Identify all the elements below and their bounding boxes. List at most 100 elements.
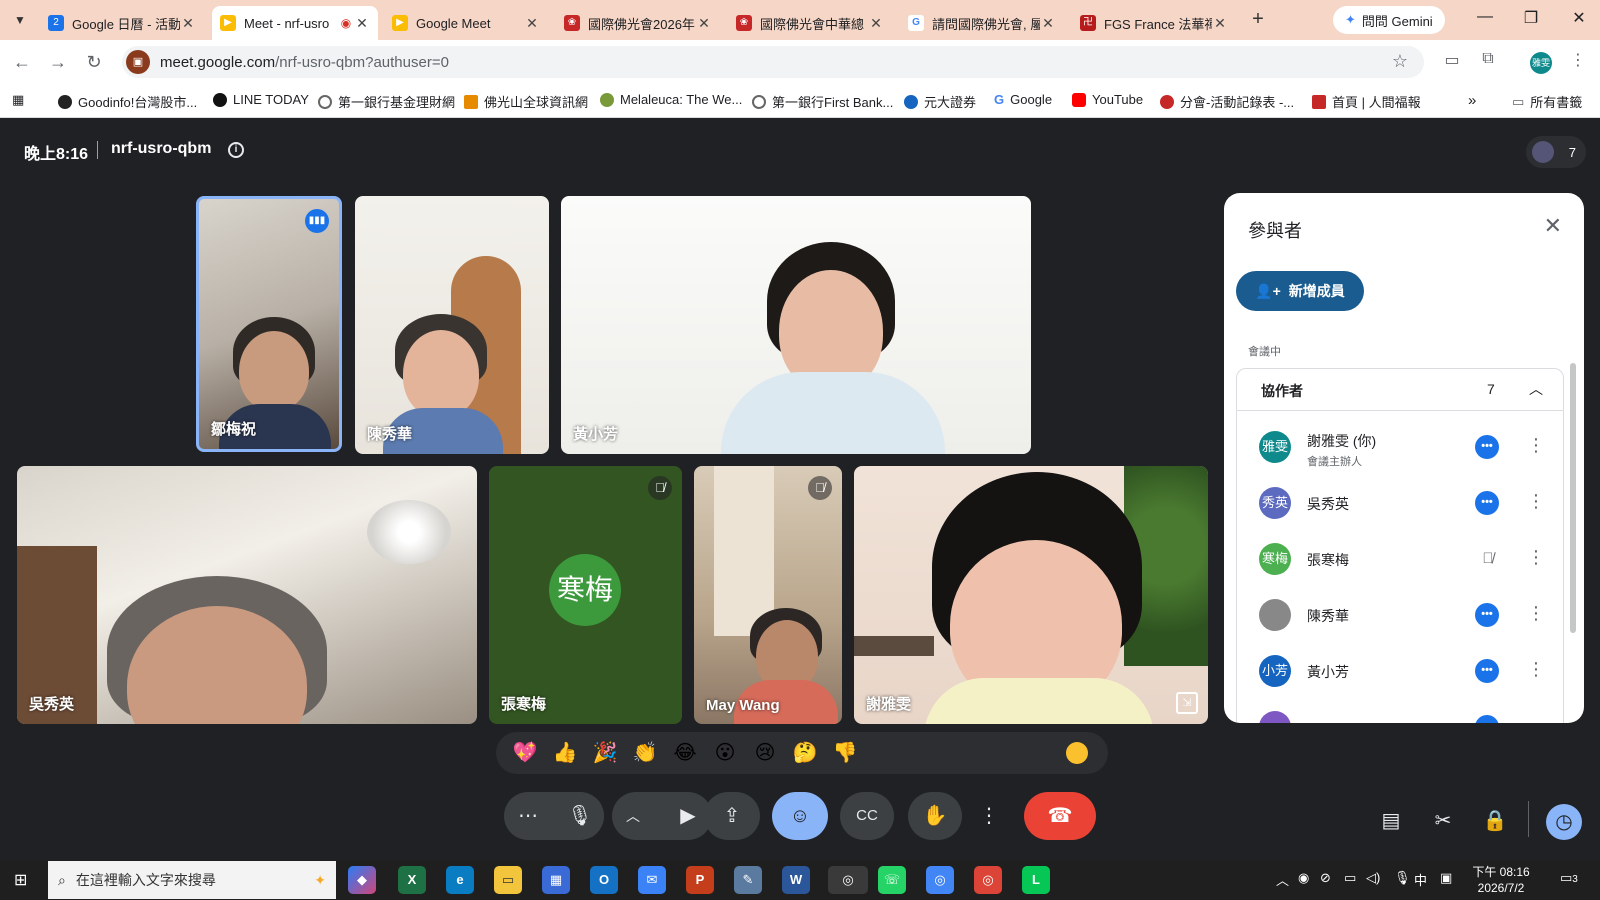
ime-indicator[interactable]: 中: [1414, 870, 1427, 889]
tab-blia-china[interactable]: ❀ 國際佛光會中華總 ✕: [728, 6, 892, 40]
restore-icon[interactable]: ❐: [1516, 8, 1546, 28]
video-tile[interactable]: ⇲ 謝雅雯: [854, 466, 1208, 724]
participant-row[interactable]: 陳秀華 ••• ⋮: [1237, 587, 1563, 643]
forward-arrow-icon[interactable]: →: [46, 52, 70, 73]
skin-tone-picker[interactable]: [1066, 742, 1088, 764]
meeting-info-icon[interactable]: i: [228, 142, 244, 158]
bookmark-yuanta[interactable]: 元大證券: [904, 92, 976, 111]
participant-row[interactable]: 秀英 吳秀英 ••• ⋮: [1237, 475, 1563, 531]
host-controls-icon[interactable]: 🔒: [1480, 806, 1510, 836]
messenger-icon[interactable]: ✉: [638, 866, 666, 894]
reaction-sparkling-heart[interactable]: 💖: [512, 740, 538, 766]
leave-call-button[interactable]: ☎: [1024, 792, 1096, 840]
paint-icon[interactable]: ✎: [734, 866, 762, 894]
whatsapp-icon[interactable]: ☏: [878, 866, 906, 894]
taskbar-search[interactable]: ⌕ 在這裡輸入文字來搜尋 ✦: [48, 861, 336, 899]
more-actions-icon[interactable]: •••: [1475, 491, 1499, 515]
more-actions-icon[interactable]: •••: [1475, 603, 1499, 627]
vertical-dots-icon[interactable]: ⋮: [1527, 491, 1545, 512]
tab-google-meet[interactable]: ▶ Google Meet ✕: [384, 6, 548, 40]
add-people-button[interactable]: 👤+ 新增成員: [1236, 271, 1364, 311]
edge-icon[interactable]: e: [446, 866, 474, 894]
windows-start-icon[interactable]: ⊞: [14, 870, 34, 890]
more-actions-icon[interactable]: •••: [1475, 659, 1499, 683]
tab-fgs-france[interactable]: 卍 FGS France 法華禪 ✕: [1072, 6, 1236, 40]
bookmark-firstbank[interactable]: 第一銀行First Bank...: [752, 92, 893, 111]
vertical-dots-icon[interactable]: ⋮: [1527, 435, 1545, 456]
captions-button[interactable]: CC: [840, 792, 894, 840]
reaction-laughing[interactable]: 😂: [672, 740, 698, 766]
video-tile[interactable]: 🎙̸ May Wang: [694, 466, 842, 724]
bookmark-fgs[interactable]: 佛光山全球資訊網: [464, 92, 588, 111]
notification-icon[interactable]: ▭3: [1560, 870, 1578, 886]
participant-row[interactable]: •••: [1237, 699, 1563, 723]
contributors-header[interactable]: 協作者 7 ︿: [1237, 369, 1563, 411]
reaction-thumbs-up[interactable]: 👍: [552, 740, 578, 766]
raise-hand-button[interactable]: ✋: [908, 792, 962, 840]
more-actions-icon[interactable]: •••: [1475, 715, 1499, 723]
close-icon[interactable]: ✕: [524, 15, 540, 32]
volume-icon[interactable]: ◁): [1366, 870, 1380, 886]
close-panel-icon[interactable]: ✕: [1544, 213, 1562, 239]
participant-row[interactable]: 寒梅 張寒梅 🎙̸ ⋮: [1237, 531, 1563, 587]
video-tile[interactable]: ▮▮▮ 鄒梅祝: [196, 196, 342, 452]
reload-icon[interactable]: ↻: [82, 52, 106, 73]
bookmark-branch-log[interactable]: 分會-活動記錄表 -...: [1160, 92, 1294, 111]
new-tab-plus-icon[interactable]: +: [1246, 8, 1270, 31]
close-icon[interactable]: ✕: [1212, 15, 1228, 32]
video-tile[interactable]: 吳秀英: [17, 466, 477, 724]
profile-avatar[interactable]: 雅雯: [1530, 52, 1552, 74]
participant-row[interactable]: 小芳 黃小芳 ••• ⋮: [1237, 643, 1563, 699]
video-settings-chevron-icon[interactable]: ︿: [626, 792, 640, 840]
bookmark-melaleuca[interactable]: Melaleuca: The We...: [600, 92, 742, 107]
reactions-button[interactable]: ☺: [772, 792, 828, 840]
reaction-thinking[interactable]: 🤔: [792, 740, 818, 766]
line-icon[interactable]: L: [1022, 866, 1050, 894]
bookmark-line-today[interactable]: LINE TODAY: [213, 92, 309, 107]
more-bookmarks-chevron-icon[interactable]: »: [1468, 92, 1476, 109]
pin-tile-icon[interactable]: ⇲: [1176, 692, 1198, 714]
chrome-icon[interactable]: ◎: [828, 866, 868, 894]
close-icon[interactable]: ✕: [354, 15, 370, 32]
reaction-surprised[interactable]: 😮: [712, 740, 738, 766]
participants-chip[interactable]: 7: [1526, 136, 1586, 168]
close-icon[interactable]: ✕: [1040, 15, 1056, 32]
vertical-dots-icon[interactable]: ⋮: [1527, 603, 1545, 624]
chevron-up-icon[interactable]: ︿: [1529, 379, 1543, 399]
audio-settings-dots-icon[interactable]: ⋯: [518, 792, 538, 840]
display-icon[interactable]: ▭: [1344, 870, 1356, 886]
meeting-info-clock-icon[interactable]: ◷: [1546, 804, 1582, 840]
reaction-clapping[interactable]: 👏: [632, 740, 658, 766]
copilot-icon[interactable]: ◆: [348, 866, 376, 894]
bookmark-google[interactable]: G Google: [994, 92, 1052, 107]
chat-icon[interactable]: ▤: [1376, 806, 1406, 836]
activities-icon[interactable]: ✂: [1428, 806, 1458, 836]
vertical-dots-icon[interactable]: ⋮: [1527, 547, 1545, 568]
chrome-profile-icon[interactable]: ◎: [926, 866, 954, 894]
ime-mode-icon[interactable]: ▣: [1440, 870, 1452, 886]
more-actions-icon[interactable]: •••: [1475, 435, 1499, 459]
window-close-icon[interactable]: ✕: [1564, 8, 1594, 28]
video-tile[interactable]: 寒梅 🎙̸ 張寒梅: [489, 466, 682, 724]
excel-icon[interactable]: X: [398, 866, 426, 894]
taskbar-clock[interactable]: 下午 08:16 2026/7/2: [1466, 864, 1536, 896]
network-off-icon[interactable]: ⊘: [1320, 870, 1331, 886]
tab-blia-2026[interactable]: ❀ 國際佛光會2026年 ✕: [556, 6, 720, 40]
bookmark-goodinfo[interactable]: Goodinfo!台灣股市...: [58, 92, 197, 111]
mic-tray-icon[interactable]: 🎙: [1394, 870, 1411, 886]
chrome-profile-2-icon[interactable]: ◎: [974, 866, 1002, 894]
microphone-icon[interactable]: 🎙: [556, 792, 604, 840]
mic-off-icon[interactable]: 🎙̸: [1477, 547, 1499, 571]
close-icon[interactable]: ✕: [180, 15, 196, 32]
word-icon[interactable]: W: [782, 866, 810, 894]
extensions-puzzle-icon[interactable]: ⧉: [1476, 50, 1500, 74]
bookmark-star-icon[interactable]: ☆: [1392, 51, 1408, 72]
video-tile[interactable]: 陳秀華: [355, 196, 549, 454]
outlook-icon[interactable]: O: [590, 866, 618, 894]
file-explorer-icon[interactable]: ▭: [494, 866, 522, 894]
close-icon[interactable]: ✕: [868, 15, 884, 32]
video-tile[interactable]: 黃小芳: [561, 196, 1031, 454]
close-icon[interactable]: ✕: [696, 15, 712, 32]
bookmark-firstbank-fund[interactable]: 第一銀行基金理財網: [318, 92, 455, 111]
site-info-icon[interactable]: ▣: [126, 50, 150, 74]
